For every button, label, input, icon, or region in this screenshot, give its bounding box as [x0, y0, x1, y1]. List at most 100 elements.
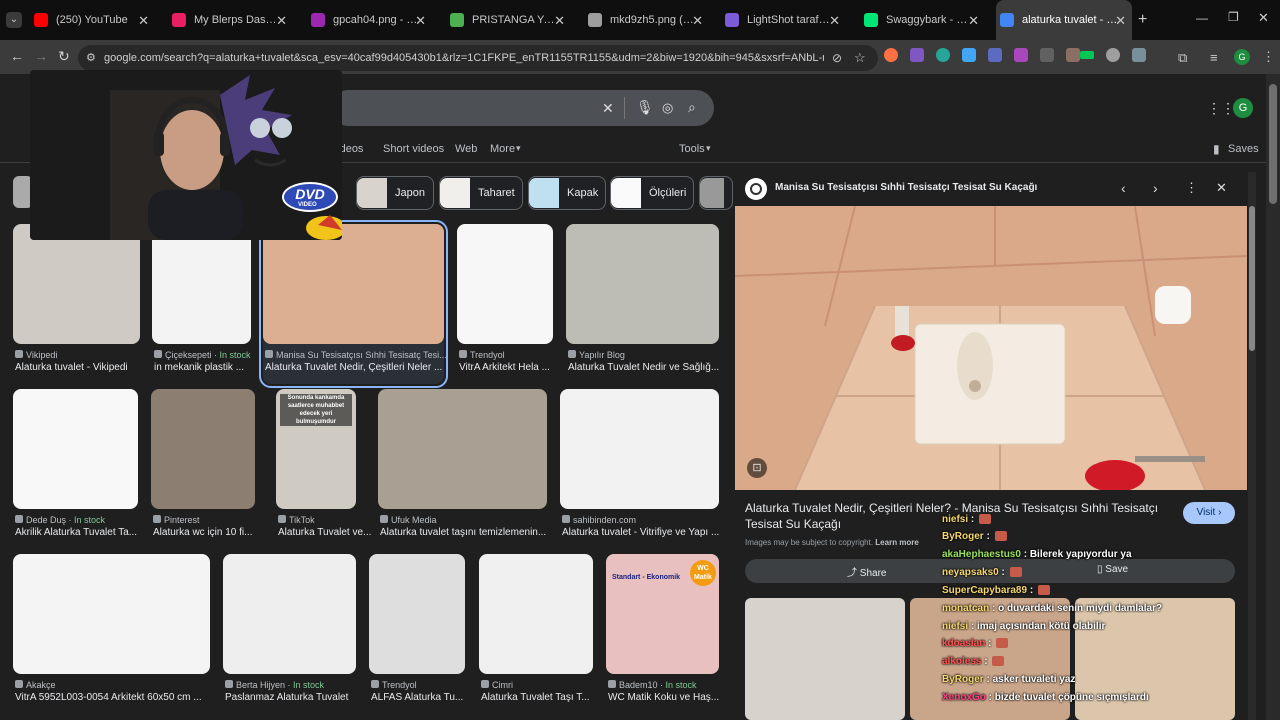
tab-short-videos[interactable]: Short videos	[383, 143, 444, 155]
result-thumbnail[interactable]	[378, 389, 547, 509]
result-title[interactable]: in mekanik plastik ...	[154, 362, 274, 373]
search-input[interactable]	[330, 90, 714, 126]
result-source[interactable]: Cimri	[481, 680, 615, 690]
tools-button[interactable]: Tools	[679, 143, 705, 155]
result-thumbnail[interactable]	[479, 554, 593, 674]
result-thumbnail[interactable]	[13, 224, 140, 344]
result-source[interactable]: Dede Duş · In stock	[15, 515, 160, 525]
prev-image-icon[interactable]: ‹	[1121, 180, 1126, 196]
image-result[interactable]: Ufuk Media Alaturka tuvalet taşını temizl…	[378, 389, 547, 549]
browser-tab[interactable]: (250) YouTube ✕	[30, 0, 155, 40]
result-title[interactable]: VitrA Arkitekt Hela ...	[459, 362, 579, 373]
panel-source[interactable]: Manisa Su Tesisatçısı Sıhhi Tesisatçı Te…	[775, 182, 1105, 193]
site-info-icon[interactable]: ⚙	[86, 51, 96, 64]
result-thumbnail[interactable]	[223, 554, 356, 674]
forward-icon[interactable]: →	[34, 48, 48, 64]
result-source[interactable]: Pinterest	[153, 515, 277, 525]
browser-tab[interactable]: gpcah04.png - Hızlı Resim✕	[307, 0, 432, 40]
result-source[interactable]: Berta Hijyen · In stock	[225, 680, 378, 690]
result-title[interactable]: Alaturka Tuvalet Nedir ve Sağlığ...	[568, 362, 721, 373]
image-result[interactable]: Berta Hijyen · In stock Paslanmaz Alaturk…	[223, 554, 356, 714]
result-source[interactable]: Akakçe	[15, 680, 232, 690]
result-source[interactable]: Yapılır Blog	[568, 350, 741, 360]
saves-link[interactable]: Saves	[1228, 143, 1259, 155]
scrollbar[interactable]	[1266, 74, 1280, 720]
extension-icon[interactable]	[1132, 48, 1146, 62]
result-source[interactable]: Vikipedi	[15, 350, 162, 360]
image-result[interactable]: Çiçeksepeti · In stock in mekanik plastik…	[152, 224, 251, 384]
filter-chip[interactable]: Taharet	[439, 176, 523, 210]
close-window-icon[interactable]: ✕	[1258, 10, 1269, 26]
image-result[interactable]: Yapılır Blog Alaturka Tuvalet Nedir ve Sa…	[566, 224, 719, 384]
search-icon[interactable]: ⌕	[688, 99, 696, 116]
extension-icon[interactable]	[1066, 48, 1080, 62]
visit-button[interactable]: Visit ›	[1183, 502, 1235, 524]
result-source[interactable]: Badem10 · In stock	[608, 680, 741, 690]
close-tab-icon[interactable]: ✕	[554, 13, 565, 29]
menu-kebab-icon[interactable]: ⋮	[1262, 49, 1275, 65]
close-tab-icon[interactable]: ✕	[692, 13, 703, 29]
reload-icon[interactable]: ↻	[58, 48, 70, 65]
image-result[interactable]: Manisa Su Tesisatçısı Sıhhi Tesisatç Tes…	[259, 220, 448, 388]
result-source[interactable]: Manisa Su Tesisatçısı Sıhhi Tesisatç Tes…	[265, 350, 466, 360]
browser-tab[interactable]: mkd9zh5.png (856×712)✕	[584, 0, 709, 40]
google-account-avatar[interactable]: G	[1233, 98, 1253, 118]
apps-grid-icon[interactable]: ⋮⋮	[1207, 100, 1235, 117]
image-result[interactable]: Cimri Alaturka Tuvalet Taşı T...	[479, 554, 593, 714]
clear-search-icon[interactable]: ✕	[602, 100, 614, 117]
result-thumbnail[interactable]	[151, 389, 255, 509]
filter-chip[interactable]	[699, 176, 733, 210]
close-tab-icon[interactable]: ✕	[138, 13, 149, 29]
result-source[interactable]: Çiçeksepeti · In stock	[154, 350, 273, 360]
filter-chip[interactable]: Ölçüleri	[610, 176, 694, 210]
extension-icon[interactable]	[910, 48, 924, 62]
related-image[interactable]	[745, 598, 905, 720]
result-title[interactable]: Alaturka wc için 10 fi...	[153, 527, 273, 538]
result-source[interactable]: sahibinden.com	[562, 515, 741, 525]
filter-chip[interactable]: Japon	[356, 176, 434, 210]
result-title[interactable]: Alaturka Tuvalet Taşı T...	[481, 692, 601, 703]
result-title[interactable]: ALFAS Alaturka Tu...	[371, 692, 491, 703]
panel-scrollbar[interactable]	[1248, 172, 1256, 720]
result-title[interactable]: Alaturka tuvalet - Vikipedi	[15, 362, 142, 373]
result-source[interactable]: Ufuk Media	[380, 515, 569, 525]
result-thumbnail[interactable]	[457, 224, 553, 344]
extension-icon[interactable]	[1014, 48, 1028, 62]
tab-web[interactable]: Web	[455, 143, 477, 155]
tab-more[interactable]: More	[490, 143, 515, 155]
result-thumbnail[interactable]	[560, 389, 719, 509]
image-result[interactable]: Akakçe VitrA 5952L003-0054 Arkitekt 60x50…	[13, 554, 210, 714]
result-title[interactable]: Akrilik Alaturka Tuvalet Ta...	[15, 527, 140, 538]
tab-search-icon[interactable]: ⌄	[6, 12, 22, 28]
url-text[interactable]: google.com/search?q=alaturka+tuvalet&sca…	[104, 52, 824, 64]
minimize-icon[interactable]: —	[1196, 11, 1208, 25]
image-result[interactable]: Vikipedi Alaturka tuvalet - Vikipedi	[13, 224, 140, 384]
result-thumbnail[interactable]	[369, 554, 465, 674]
extension-icon[interactable]	[1106, 48, 1120, 62]
close-tab-icon[interactable]: ✕	[276, 13, 287, 29]
result-title[interactable]: Alaturka tuvalet - Vitrifiye ve Yapı ...	[562, 527, 721, 538]
browser-tab[interactable]: LightShot tarafından Ekra✕	[721, 0, 846, 40]
close-panel-icon[interactable]: ✕	[1216, 180, 1227, 196]
share-button[interactable]: ⤴ Share	[847, 564, 886, 579]
extension-icon[interactable]	[936, 48, 950, 62]
extension-icon[interactable]	[884, 48, 898, 62]
result-thumbnail[interactable]	[566, 224, 719, 344]
save-button[interactable]: ▯ Save	[1097, 564, 1128, 575]
new-tab-icon[interactable]: +	[1138, 11, 1147, 29]
preview-image[interactable]	[735, 206, 1247, 490]
result-thumbnail[interactable]	[13, 389, 138, 509]
close-tab-icon[interactable]: ✕	[829, 13, 840, 29]
extension-icon[interactable]	[1040, 48, 1054, 62]
extension-icon[interactable]	[1080, 51, 1094, 59]
result-title[interactable]: Alaturka Tuvalet Nedir, Çeşitleri Neler …	[265, 362, 446, 373]
close-tab-icon[interactable]: ✕	[1115, 13, 1126, 29]
more-options-icon[interactable]: ⋮	[1185, 180, 1198, 196]
image-result[interactable]: Trendyol ALFAS Alaturka Tu...	[369, 554, 465, 714]
image-result[interactable]: sahibinden.com Alaturka tuvalet - Vitrifi…	[560, 389, 719, 549]
browser-tab[interactable]: My Blerps Dashboard✕	[168, 0, 293, 40]
result-thumbnail[interactable]	[13, 554, 210, 674]
result-title[interactable]: Alaturka tuvalet taşını temizlemenin...	[380, 527, 549, 538]
voice-search-icon[interactable]: 🎙	[636, 99, 654, 116]
result-title[interactable]: Paslanmaz Alaturka Tuvalet	[225, 692, 358, 703]
